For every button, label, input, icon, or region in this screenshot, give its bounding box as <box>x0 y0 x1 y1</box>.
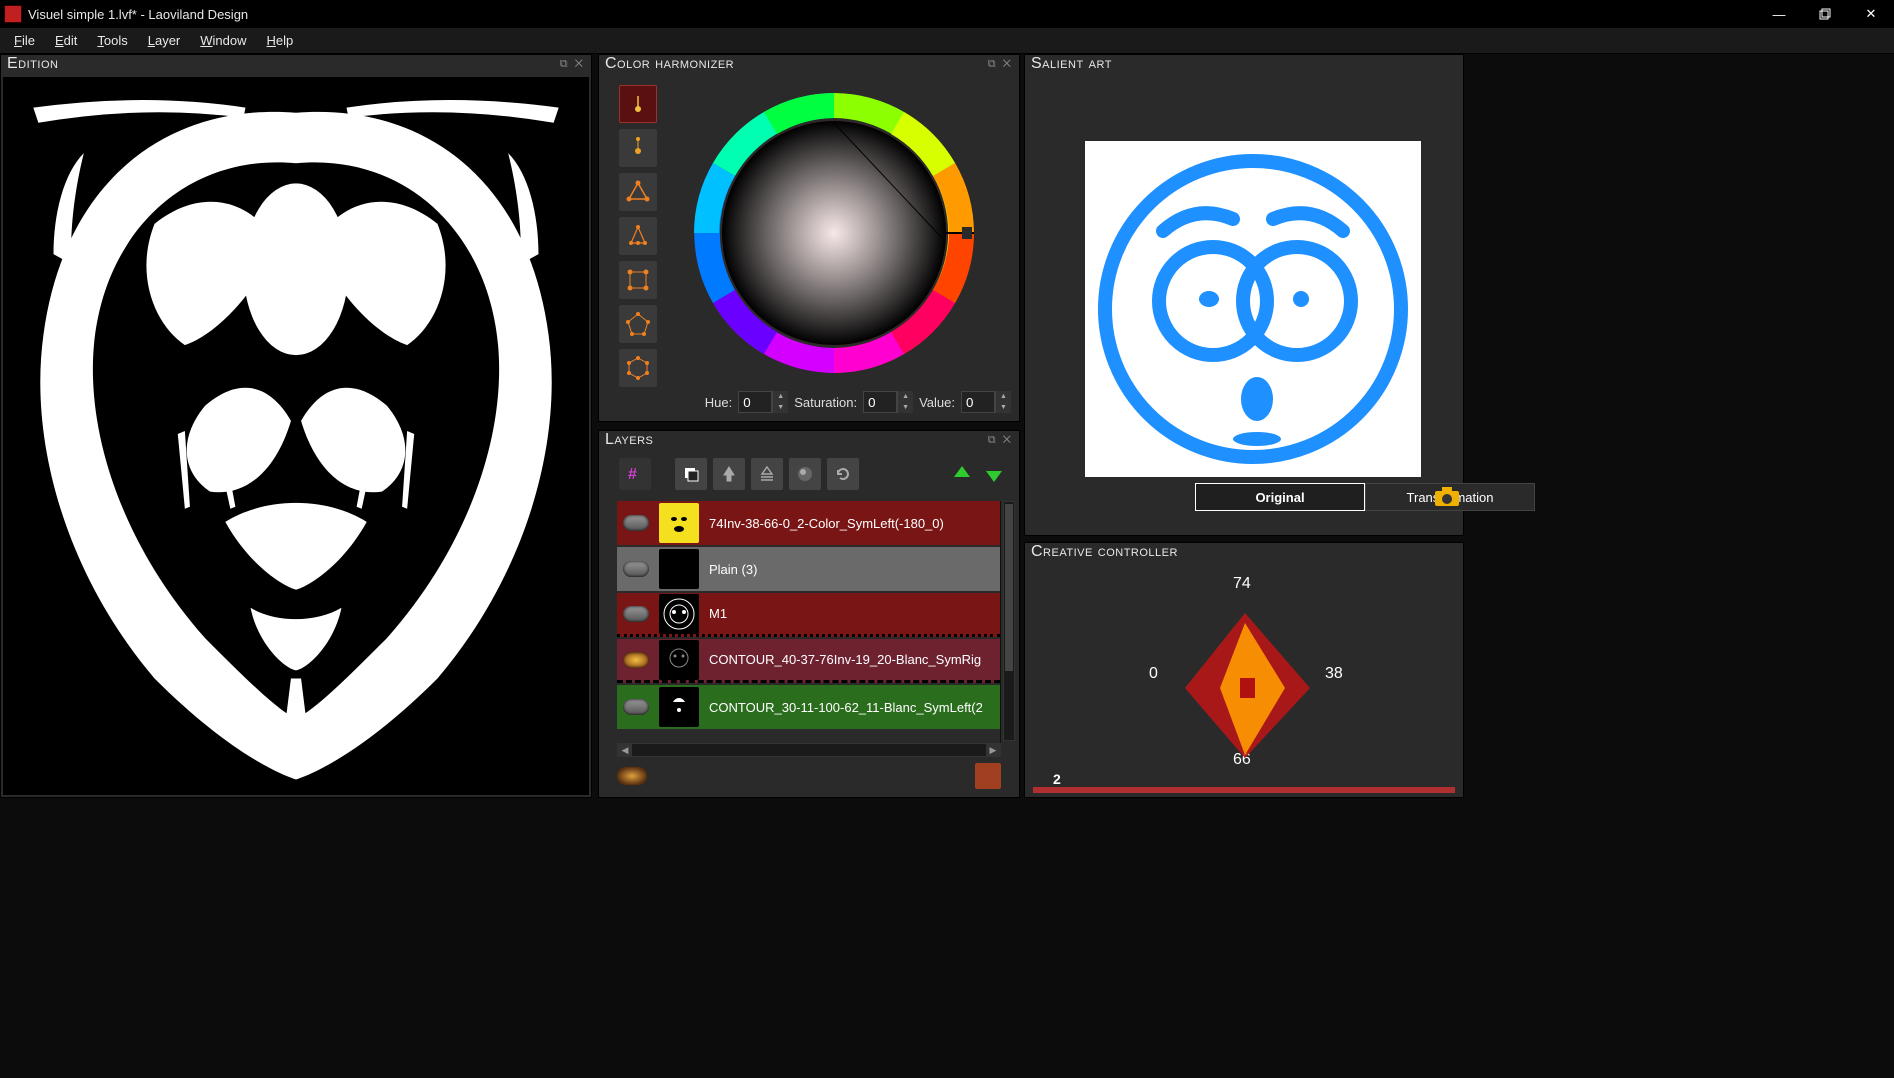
layer-visibility-toggle[interactable] <box>623 699 649 715</box>
harmony-mode-split[interactable] <box>619 217 657 255</box>
salient-art-panel: Salient art <box>1024 54 1464 536</box>
layer-move-up-button[interactable] <box>949 461 975 487</box>
maximize-button[interactable] <box>1802 0 1848 28</box>
layer-thumb <box>659 503 699 543</box>
panel-controls-icon[interactable]: ⧉ ✕ <box>560 58 585 71</box>
saturation-input[interactable] <box>863 391 897 413</box>
layer-delete-button[interactable] <box>975 763 1001 789</box>
menu-edit[interactable]: Edit <box>45 31 87 50</box>
value-stepper[interactable]: ▲▼ <box>995 391 1011 413</box>
menu-window[interactable]: Window <box>190 31 256 50</box>
layers-vscroll[interactable] <box>1003 501 1015 741</box>
harmony-mode-hexagon[interactable] <box>619 349 657 387</box>
menu-help[interactable]: Help <box>257 31 304 50</box>
layer-row[interactable]: Plain (3) <box>617 547 1000 591</box>
salient-title: Salient art <box>1025 55 1463 75</box>
edition-panel: Edition ⧉ ✕ <box>0 54 592 798</box>
harmonizer-title: Color harmonizer ⧉ ✕ <box>599 55 1019 75</box>
snapshot-button[interactable] <box>1433 483 1461 509</box>
menu-tools[interactable]: Tools <box>87 31 137 50</box>
layers-hscroll[interactable]: ◀▶ <box>617 743 1001 757</box>
harmony-mode-complementary[interactable] <box>619 129 657 167</box>
color-harmonizer-panel: Color harmonizer ⧉ ✕ <box>598 54 1020 422</box>
layer-duplicate-button[interactable] <box>675 458 707 490</box>
close-button[interactable]: ✕ <box>1848 0 1894 28</box>
svg-text:#: # <box>628 466 637 483</box>
creative-title: Creative controller <box>1025 543 1463 563</box>
cc-slider[interactable] <box>1033 787 1455 793</box>
edition-title: Edition ⧉ ✕ <box>1 55 591 75</box>
app-icon <box>4 5 22 23</box>
harmony-mode-single[interactable] <box>619 85 657 123</box>
layer-visibility-toggle[interactable] <box>623 652 649 668</box>
value-input[interactable] <box>961 391 995 413</box>
layer-thumb <box>659 687 699 727</box>
hue-input[interactable] <box>738 391 772 413</box>
salient-canvas[interactable] <box>1085 141 1421 477</box>
layer-visibility-toggle[interactable] <box>623 606 649 622</box>
menu-file[interactable]: File <box>4 31 45 50</box>
edition-canvas[interactable] <box>3 77 589 795</box>
window-title: Visuel simple 1.lvf* - Laoviland Design <box>28 7 1756 22</box>
menu-bar: File Edit Tools Layer Window Help <box>0 28 1894 54</box>
saturation-label: Saturation: <box>794 395 857 410</box>
tab-original[interactable]: Original <box>1195 483 1365 511</box>
harmony-mode-pentagon[interactable] <box>619 305 657 343</box>
hue-stepper[interactable]: ▲▼ <box>772 391 788 413</box>
layer-thumb <box>659 549 699 589</box>
menu-layer[interactable]: Layer <box>138 31 191 50</box>
layers-title: Layers ⧉ ✕ <box>599 431 1019 451</box>
harmony-mode-square[interactable] <box>619 261 657 299</box>
layer-visibility-toggle[interactable] <box>623 561 649 577</box>
title-bar: Visuel simple 1.lvf* - Laoviland Design … <box>0 0 1894 28</box>
layer-thumb <box>659 640 699 680</box>
layer-flatten-button[interactable] <box>751 458 783 490</box>
layer-name: Plain (3) <box>709 562 994 577</box>
layer-color-button[interactable]: # <box>619 458 651 490</box>
layers-panel: Layers ⧉ ✕ # <box>598 430 1020 798</box>
minimize-button[interactable]: — <box>1756 0 1802 28</box>
layer-visibility-toggle[interactable] <box>623 515 649 531</box>
layer-fx-button[interactable] <box>789 458 821 490</box>
color-wheel[interactable] <box>684 83 984 383</box>
layer-row[interactable]: CONTOUR_30-11-100-62_11-Blanc_SymLeft(2 <box>617 685 1000 729</box>
layer-thumb <box>659 594 699 634</box>
layer-row[interactable]: CONTOUR_40-37-76Inv-19_20-Blanc_SymRig <box>617 639 1000 683</box>
layer-row[interactable]: M1 <box>617 593 1000 637</box>
harmony-mode-triad[interactable] <box>619 173 657 211</box>
layer-row[interactable]: 74Inv-38-66-0_2-Color_SymLeft(-180_0) <box>617 501 1000 545</box>
layer-name: 74Inv-38-66-0_2-Color_SymLeft(-180_0) <box>709 516 994 531</box>
layer-name: M1 <box>709 606 994 621</box>
saturation-stepper[interactable]: ▲▼ <box>897 391 913 413</box>
panel-controls-icon[interactable]: ⧉ ✕ <box>988 58 1013 71</box>
cc-slider-value: 2 <box>1053 771 1061 787</box>
creative-controller-panel: Creative controller 74 38 66 0 2 <box>1024 542 1464 798</box>
layers-list: 74Inv-38-66-0_2-Color_SymLeft(-180_0) Pl… <box>617 501 1001 757</box>
layer-reset-button[interactable] <box>827 458 859 490</box>
layer-name: CONTOUR_40-37-76Inv-19_20-Blanc_SymRig <box>709 652 994 667</box>
layer-name: CONTOUR_30-11-100-62_11-Blanc_SymLeft(2 <box>709 700 994 715</box>
panel-controls-icon[interactable]: ⧉ ✕ <box>988 434 1013 447</box>
creative-graph[interactable] <box>1115 583 1375 783</box>
layer-merge-button[interactable] <box>713 458 745 490</box>
hue-label: Hue: <box>705 395 732 410</box>
layer-master-visibility[interactable] <box>617 767 647 785</box>
layer-move-down-button[interactable] <box>981 461 1007 487</box>
value-label: Value: <box>919 395 955 410</box>
